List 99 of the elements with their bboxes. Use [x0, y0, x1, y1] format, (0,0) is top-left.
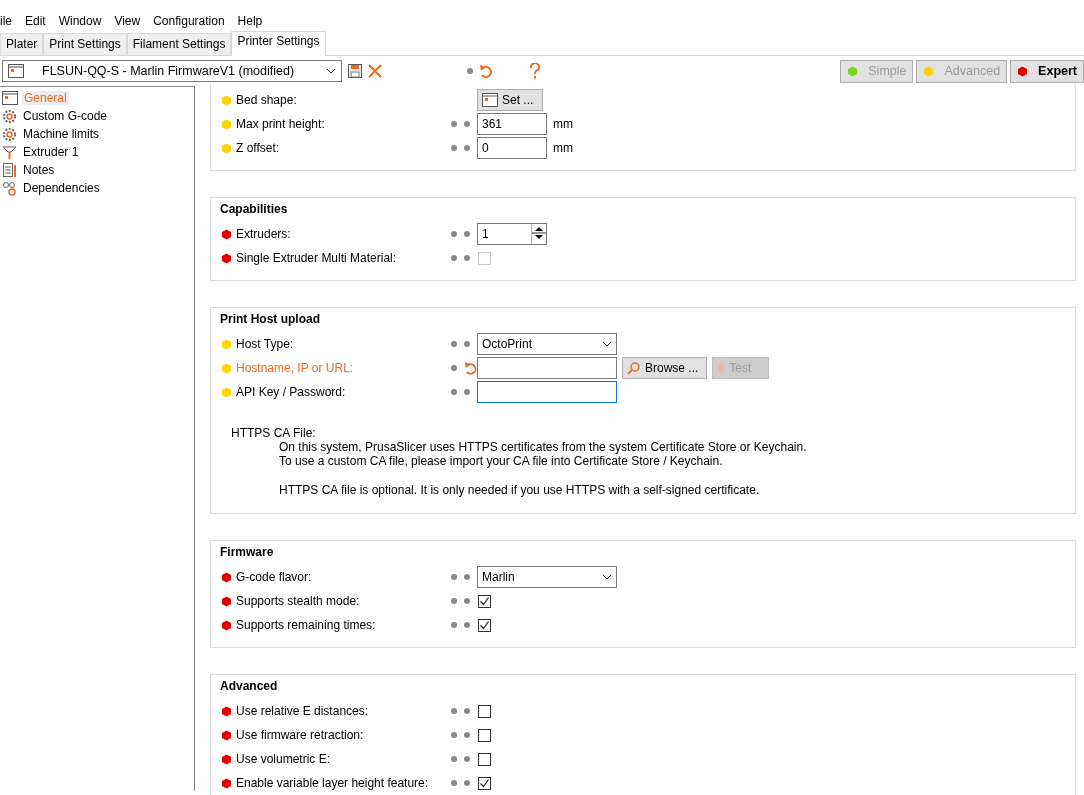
- note-text: HTTPS CA file is optional. It is only needed if you use HTTPS with a self-signed certificate.: [279, 483, 761, 497]
- dot-icon: [467, 68, 473, 74]
- menu-item[interactable]: ile: [0, 14, 17, 28]
- chevron-down-icon: [602, 341, 612, 347]
- dot-icon: [451, 389, 457, 395]
- dot-icon: [451, 708, 457, 714]
- dot-icon: [464, 231, 470, 237]
- window-icon: [8, 64, 24, 78]
- option-label: Supports stealth mode:: [236, 594, 361, 608]
- dot-icon: [464, 708, 470, 714]
- dot-icon: [451, 255, 457, 261]
- dot-icon: [464, 732, 470, 738]
- option-label: Z offset:: [236, 141, 281, 155]
- option-label: Hostname, IP or URL:: [236, 361, 355, 375]
- note-heading: HTTPS CA File:: [231, 426, 317, 440]
- menu-item[interactable]: Window: [58, 14, 107, 28]
- close-icon[interactable]: [367, 63, 383, 79]
- group-title: Print Host upload: [220, 312, 323, 326]
- sidebar-item[interactable]: Dependencies: [21, 181, 102, 195]
- checkbox[interactable]: [478, 728, 491, 742]
- preset-dropdown[interactable]: FLSUN-QQ-S - Marlin FirmwareV1 (modified): [2, 60, 342, 82]
- dot-icon: [451, 574, 457, 580]
- mode-button[interactable]: Expert: [1010, 59, 1084, 83]
- dropdown[interactable]: Marlin: [477, 566, 617, 588]
- dot-icon: [464, 341, 470, 347]
- checkbox[interactable]: [478, 704, 491, 718]
- dot-icon: [451, 365, 457, 371]
- sidebar-item[interactable]: Machine limits: [21, 127, 102, 141]
- spin-arrows-icon[interactable]: [532, 224, 546, 242]
- dot-icon: [451, 145, 457, 151]
- dot-icon: [464, 598, 470, 604]
- unit-label: mm: [553, 117, 573, 131]
- option-label: Use firmware retraction:: [236, 728, 365, 742]
- save-icon[interactable]: [347, 63, 363, 79]
- plug-icon: [717, 362, 726, 374]
- checkbox[interactable]: [478, 776, 491, 790]
- chevron-down-icon: [326, 68, 336, 74]
- dot-icon: [451, 622, 457, 628]
- dot-icon: [451, 341, 457, 347]
- tab[interactable]: Print Settings: [43, 33, 127, 55]
- dot-icon: [464, 622, 470, 628]
- extruder-icon: [2, 144, 17, 160]
- text-field[interactable]: [477, 381, 617, 403]
- tab[interactable]: Plater: [0, 33, 44, 55]
- chevron-down-icon: [602, 574, 612, 580]
- menu-item[interactable]: Configuration: [153, 14, 230, 28]
- tab[interactable]: Printer Settings: [231, 31, 326, 56]
- number-field[interactable]: 361: [477, 113, 547, 135]
- option-label: Single Extruder Multi Material:: [236, 251, 398, 265]
- spin-field[interactable]: 1: [477, 223, 547, 245]
- option-label: G-code flavor:: [236, 570, 313, 584]
- option-label: Extruders:: [236, 227, 292, 241]
- dot-icon: [451, 732, 457, 738]
- gear-icon: [2, 108, 17, 124]
- checkbox[interactable]: [478, 594, 491, 608]
- menu-item[interactable]: Help: [237, 14, 268, 28]
- window-icon: [482, 93, 498, 107]
- option-label: Use relative E distances:: [236, 704, 370, 718]
- sidebar-item[interactable]: Extruder 1: [21, 145, 81, 159]
- dot-icon: [451, 121, 457, 127]
- undo-icon[interactable]: [479, 63, 493, 79]
- option-label: Bed shape:: [236, 93, 298, 107]
- dot-icon: [451, 756, 457, 762]
- dot-icon: [464, 145, 470, 151]
- dot-icon: [464, 756, 470, 762]
- dot-icon: [451, 780, 457, 786]
- dot-icon: [464, 780, 470, 786]
- tab[interactable]: Filament Settings: [126, 33, 232, 55]
- sidebar-item[interactable]: Notes: [21, 163, 57, 177]
- note-text: To use a custom CA file, please import your CA file into Certificate Store / Keychain.: [279, 454, 724, 468]
- browse-button[interactable]: Browse ...: [622, 357, 708, 379]
- option-label: Host Type:: [236, 337, 295, 351]
- checkbox[interactable]: [478, 618, 491, 632]
- dot-icon: [464, 255, 470, 261]
- sidebar-item[interactable]: Custom G-code: [21, 109, 110, 123]
- dot-icon: [464, 121, 470, 127]
- dropdown[interactable]: OctoPrint: [477, 333, 617, 355]
- note-text: On this system, PrusaSlicer uses HTTPS certificates from the system Certificate Store or Keychain.: [279, 440, 808, 454]
- undo-icon[interactable]: [463, 360, 477, 376]
- number-field[interactable]: 0: [477, 137, 547, 159]
- option-label: Enable variable layer height feature:: [236, 776, 430, 790]
- menu-item[interactable]: View: [114, 14, 146, 28]
- dot-icon: [451, 231, 457, 237]
- set-bed-shape-button[interactable]: Set ...: [477, 89, 543, 111]
- dependencies-icon: [2, 180, 17, 196]
- text-field[interactable]: [477, 357, 617, 379]
- dot-icon: [464, 574, 470, 580]
- unit-label: mm: [553, 141, 573, 155]
- option-label: Supports remaining times:: [236, 618, 377, 632]
- gear-icon: [2, 126, 17, 142]
- checkbox[interactable]: [478, 752, 491, 766]
- dot-icon: [451, 598, 457, 604]
- menu-item[interactable]: Edit: [25, 14, 51, 28]
- help-icon[interactable]: [529, 62, 541, 80]
- option-label: Use volumetric E:: [236, 752, 332, 766]
- option-label: API Key / Password:: [236, 385, 347, 399]
- dot-icon: [464, 389, 470, 395]
- option-label: Max print height:: [236, 117, 326, 131]
- search-icon: [627, 361, 641, 375]
